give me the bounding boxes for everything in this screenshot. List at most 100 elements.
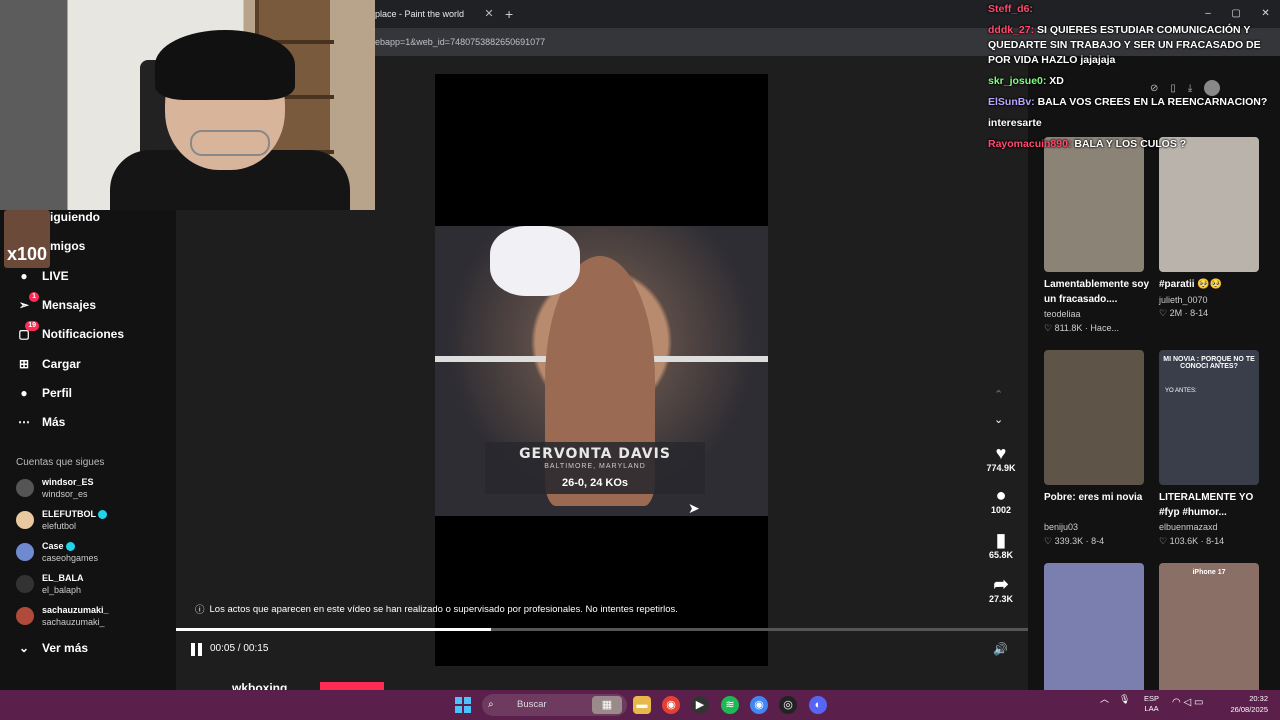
followed-account[interactable]: EL_BALA el_balaph (16, 572, 84, 596)
stream-emote: x100 (4, 210, 50, 268)
share-button[interactable]: ➦ 27.3K (983, 574, 1019, 604)
video-thumbnail[interactable] (1044, 350, 1144, 485)
account-text: EL_BALA el_balaph (42, 572, 84, 596)
chat-text: BALA VOS CREES EN LA REENCARNACION? (1037, 96, 1268, 108)
chat-message: skr_josue0: XD (988, 74, 1280, 89)
video-stats-text: 2M · 8-14 (1169, 308, 1209, 318)
video-thumbnail[interactable]: iPhone 17 (1159, 563, 1259, 698)
webcam-overlay (0, 0, 375, 210)
video-thumbnail[interactable]: MI NOVIA : PORQUE NO TE CONOCI ANTES? YO … (1159, 350, 1259, 485)
system-tray[interactable]: ︿ 🎙 (1100, 692, 1130, 705)
chat-message: dddk_27: SI QUIERES ESTUDIAR COMUNICACIÓ… (988, 23, 1280, 68)
spotify-icon[interactable]: ≋ (721, 696, 739, 714)
mouse-cursor-icon: ➤ (688, 500, 700, 516)
chevron-down-icon[interactable]: ⌄ (994, 413, 1003, 426)
sidebar-item-profile[interactable]: ● Perfil (16, 385, 72, 401)
followed-account[interactable]: ELEFUTBOL elefutbol (16, 508, 107, 532)
account-handle: caseohgames (42, 553, 99, 563)
widgets-icon[interactable]: ▦ (592, 696, 622, 714)
messages-icon: ➣ 1 (16, 292, 39, 313)
lang-code: ESP (1144, 694, 1160, 703)
sidebar-item-friends[interactable]: migos (50, 239, 85, 253)
account-name: sachauzumaki_ (42, 604, 109, 616)
save-button[interactable]: ▮ 65.8K (983, 530, 1019, 560)
browser-tab[interactable]: place - Paint the world (375, 2, 500, 26)
sidebar-item-following[interactable]: iguiendo (50, 210, 100, 224)
sidebar-item-label: Más (42, 415, 66, 429)
bookmark-icon: ▮ (996, 530, 1006, 550)
account-name-text: EL_BALA (42, 573, 84, 583)
followed-account[interactable]: windsor_ES windsor_es (16, 476, 94, 500)
account-text: ELEFUTBOL elefutbol (42, 508, 107, 532)
microphone-icon[interactable]: 🎙 (1119, 694, 1130, 704)
chat-username: Rayomacuin890: (988, 138, 1072, 150)
avatar (16, 607, 34, 625)
video-title[interactable]: LITERALMENTE YO #fyp #humor... (1159, 490, 1269, 520)
see-more-label: Ver más (42, 641, 89, 655)
chevron-up-icon[interactable]: ⌃ (994, 388, 1003, 401)
video-title[interactable]: Lamentablemente soy un fracasado.... (1044, 277, 1154, 307)
chrome-icon[interactable]: ◉ (662, 696, 680, 714)
sidebar-item-label: migos (50, 239, 86, 253)
browser-icon[interactable]: ◉ (750, 696, 768, 714)
chat-message: Rayomacuin890: BALA Y LOS CULOS ? (988, 137, 1280, 152)
video-title[interactable]: #paratii 🥺🥺 (1159, 277, 1269, 292)
comment-button[interactable]: ● 1002 (983, 485, 1019, 515)
tab-close-icon[interactable]: ✕ (483, 2, 495, 26)
heart-icon: ♡ (1159, 536, 1170, 546)
follow-button[interactable] (320, 682, 384, 690)
followed-account[interactable]: Case caseohgames (16, 540, 98, 564)
video-stats: ♡ 339.3K · 8-4 (1044, 536, 1104, 547)
video-user[interactable]: teodeliaa (1044, 309, 1081, 319)
app-icon[interactable]: ◎ (779, 696, 797, 714)
sidebar-item-label: LIVE (42, 269, 69, 283)
profile-icon: ● (20, 386, 28, 400)
avatar (16, 575, 34, 593)
followed-account[interactable]: sachauzumaki_ sachauzumaki_ (16, 604, 109, 628)
sidebar-item-upload[interactable]: ⊞ Cargar (16, 356, 81, 372)
discord-icon[interactable]: ◐ (809, 696, 827, 714)
media-player-icon[interactable]: ▶ (691, 696, 709, 714)
volume-icon[interactable]: 🔊 (993, 642, 1008, 656)
account-name-text: sachauzumaki_ (42, 605, 109, 615)
account-name-text: ELEFUTBOL (42, 509, 96, 519)
account-handle: elefutbol (42, 521, 77, 531)
like-button[interactable]: ♥ 774.9K (983, 443, 1019, 473)
video-title[interactable]: Pobre: eres mi novia (1044, 490, 1154, 505)
new-tab-button[interactable]: + (505, 2, 519, 26)
sidebar-item-more[interactable]: ⋯ Más (16, 414, 65, 430)
avatar (16, 543, 34, 561)
more-icon: ⋯ (18, 415, 30, 429)
sidebar-item-live[interactable]: ● LIVE (16, 268, 69, 284)
language-indicator[interactable]: ESP LAA (1144, 694, 1159, 714)
network-icon[interactable]: ◠ ◁ ▭ (1172, 697, 1203, 708)
search-icon: ⌕ (488, 699, 494, 710)
video-thumbnail[interactable] (1044, 563, 1144, 698)
see-more-button[interactable]: ⌄ Ver más (16, 640, 88, 656)
video-user[interactable]: julieth_0070 (1159, 295, 1208, 305)
clock-date: 26/08/2025 (1230, 705, 1268, 714)
lang-layout: LAA (1144, 704, 1159, 713)
account-text: windsor_ES windsor_es (42, 476, 94, 500)
sidebar-item-label: Notificaciones (42, 327, 125, 341)
video-user[interactable]: elbuenmazaxd (1159, 522, 1218, 532)
video-user[interactable]: beniju03 (1044, 522, 1078, 532)
clock-time: 20:32 (1249, 694, 1268, 703)
comment-icon: ● (995, 485, 1007, 505)
account-name: windsor_ES (42, 476, 94, 488)
thumbnail-caption: iPhone 17 (1192, 569, 1226, 576)
sidebar-item-messages[interactable]: ➣ 1 Mensajes (16, 292, 96, 313)
account-name: Case (42, 540, 98, 552)
heart-icon: ♡ (1159, 308, 1170, 318)
sidebar-item-notifications[interactable]: ▢ 19 Notificaciones (16, 321, 125, 342)
following-section-title: Cuentas que sigues (16, 457, 105, 468)
comment-count: 1002 (990, 505, 1012, 515)
pause-button[interactable] (191, 643, 203, 656)
file-explorer-icon[interactable]: ▬ (633, 696, 651, 714)
start-icon[interactable] (455, 697, 471, 713)
safety-disclaimer: ⓘ Los actos que aparecen en este vídeo s… (195, 602, 678, 617)
clock[interactable]: 20:32 26/08/2025 (1222, 693, 1268, 715)
url-text[interactable]: ebapp=1&web_id=7480753882650691077 (375, 28, 545, 56)
chat-message: Steff_d6: (988, 2, 1280, 17)
streamer-glasses (190, 130, 270, 156)
